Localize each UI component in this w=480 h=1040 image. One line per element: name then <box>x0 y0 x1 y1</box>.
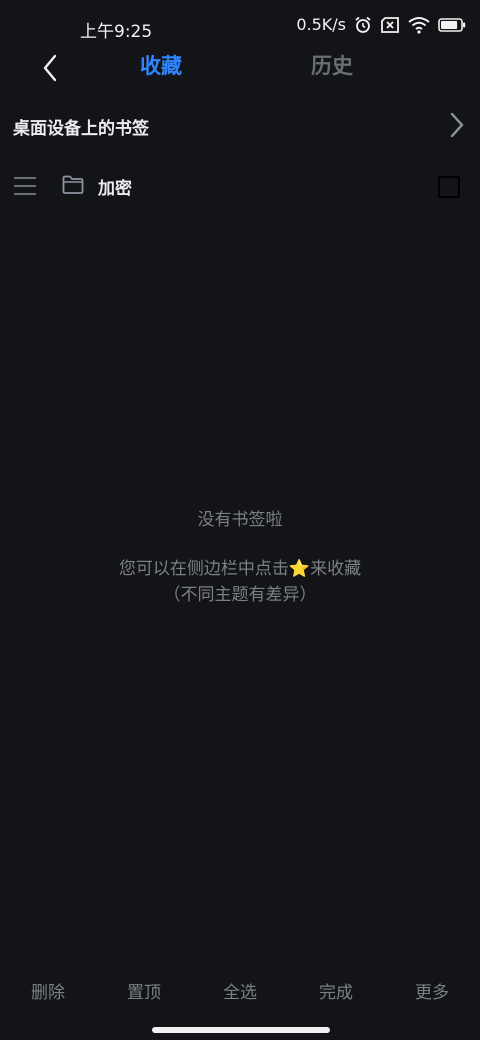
star-icon: ⭐ <box>288 559 311 579</box>
battery-icon <box>438 17 466 32</box>
folder-icon <box>62 175 84 194</box>
status-icons: 0.5K/s <box>296 15 466 34</box>
select-all-button[interactable]: 全选 <box>192 978 288 1003</box>
empty-hint: 您可以在侧边栏中点击⭐来收藏 <box>0 554 480 579</box>
home-indicator[interactable] <box>152 1027 330 1033</box>
folder-checkbox[interactable] <box>438 176 460 198</box>
top-nav: 收藏 历史 <box>0 40 480 92</box>
pin-top-button[interactable]: 置顶 <box>96 978 192 1003</box>
sim-x-icon <box>380 16 400 33</box>
delete-button[interactable]: 删除 <box>0 978 96 1003</box>
status-time: 上午9:25 <box>80 22 153 42</box>
more-button[interactable]: 更多 <box>384 978 480 1003</box>
drag-handle-icon[interactable] <box>14 176 36 196</box>
chevron-right-icon <box>450 112 464 138</box>
tab-favorites[interactable]: 收藏 <box>140 50 182 80</box>
folder-row[interactable]: 加密 <box>0 162 480 210</box>
bottom-action-bar: 删除 置顶 全选 完成 更多 <box>0 970 480 1010</box>
empty-note: （不同主题有差异） <box>163 585 317 605</box>
tab-history[interactable]: 历史 <box>311 50 353 80</box>
back-button[interactable] <box>30 48 70 88</box>
empty-hint-after: 来收藏 <box>310 559 362 579</box>
desktop-bookmarks-row[interactable]: 桌面设备上的书签 <box>0 102 480 150</box>
alarm-icon <box>354 16 372 34</box>
chevron-left-icon <box>43 54 57 82</box>
empty-title: 没有书签啦 <box>197 510 283 530</box>
empty-hint-before: 您可以在侧边栏中点击 <box>118 559 289 579</box>
wifi-icon <box>408 16 430 34</box>
net-speed: 0.5K/s <box>296 15 346 34</box>
done-button[interactable]: 完成 <box>288 978 384 1003</box>
folder-label: 加密 <box>98 179 132 199</box>
desktop-bookmarks-label: 桌面设备上的书签 <box>13 118 149 139</box>
